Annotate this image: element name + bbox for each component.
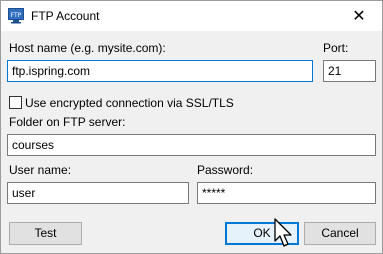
mouse-pointer-icon [274,218,292,247]
close-icon: ✕ [352,8,366,25]
host-name-label: Host name (e.g. mysite.com): [9,41,166,55]
dialog-title: FTP Account [31,9,100,23]
title-bar[interactable]: FTP FTP Account ✕ [1,1,382,31]
test-button[interactable]: Test [9,222,82,245]
folder-input[interactable]: courses [7,134,376,156]
folder-label: Folder on FTP server: [9,115,126,129]
host-name-input[interactable]: ftp.ispring.com [7,60,313,82]
ftp-icon-text: FTP [11,12,22,19]
password-input[interactable]: ***** [197,182,376,204]
ftp-icon: FTP [8,8,24,24]
user-name-input[interactable]: user [7,182,189,204]
password-label: Password: [197,163,254,177]
port-label: Port: [323,41,349,55]
cancel-button[interactable]: Cancel [304,222,376,245]
ssl-checkbox-label[interactable]: Use encrypted connection via SSL/TLS [25,96,234,110]
close-button[interactable]: ✕ [336,1,382,31]
user-name-label: User name: [9,163,72,177]
port-input[interactable]: 21 [323,60,376,82]
ssl-checkbox[interactable] [9,96,22,109]
ftp-account-dialog: FTP FTP Account ✕ Host name (e.g. mysite… [0,0,383,254]
